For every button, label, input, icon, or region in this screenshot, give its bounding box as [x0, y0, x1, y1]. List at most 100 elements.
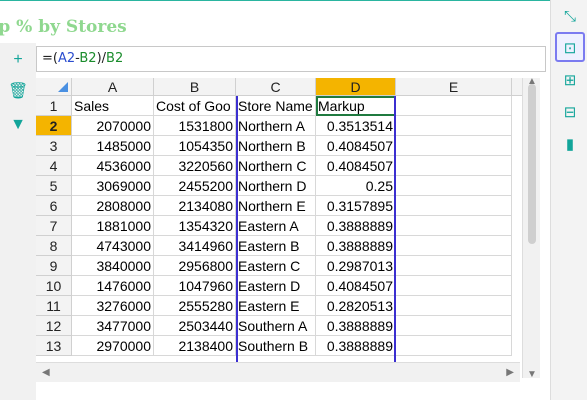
row-header-4[interactable]: 4 [36, 156, 72, 176]
row-header-7[interactable]: 7 [36, 216, 72, 236]
cell-store-name[interactable]: Southern A [236, 316, 316, 336]
cell-empty[interactable] [396, 96, 512, 116]
cell-sales[interactable]: 4743000 [72, 236, 154, 256]
select-all-corner[interactable] [36, 78, 72, 96]
cell-empty[interactable] [396, 176, 512, 196]
cell-sales[interactable]: 2970000 [72, 336, 154, 356]
cell-empty[interactable] [396, 256, 512, 276]
formula-input[interactable]: =(A2-B2)/B2 [36, 46, 546, 72]
horizontal-scrollbar[interactable]: ◀ ▶ [36, 362, 520, 382]
scroll-right-icon[interactable]: ▶ [506, 367, 514, 378]
cell-cost[interactable]: 2138400 [154, 336, 236, 356]
cell-markup[interactable]: 0.3888889 [316, 316, 396, 336]
vertical-scrollbar[interactable]: ▲ ▼ [522, 76, 540, 380]
row-header-8[interactable]: 8 [36, 236, 72, 256]
filter-icon[interactable]: ▼ [8, 115, 28, 135]
cell-markup[interactable]: 0.3157895 [316, 196, 396, 216]
cell-cost[interactable]: 1047960 [154, 276, 236, 296]
column-header-a[interactable]: A [72, 78, 154, 96]
delete-icon[interactable]: 🗑 [8, 82, 28, 102]
cell-store-name[interactable]: Eastern C [236, 256, 316, 276]
cell-markup[interactable]: 0.4084507 [316, 136, 396, 156]
cell-cost[interactable]: 1531800 [154, 116, 236, 136]
cell-empty[interactable] [396, 316, 512, 336]
row-header-9[interactable]: 9 [36, 256, 72, 276]
cell-store-name[interactable]: Eastern E [236, 296, 316, 316]
cell-markup[interactable]: 0.3513514 [316, 116, 396, 136]
cell-markup[interactable]: 0.4084507 [316, 156, 396, 176]
cell-cost[interactable]: 1354320 [154, 216, 236, 236]
column-header-c[interactable]: C [236, 78, 316, 96]
cell-sales[interactable]: 3069000 [72, 176, 154, 196]
cell-sales[interactable]: 3477000 [72, 316, 154, 336]
cell-cost[interactable]: 3220560 [154, 156, 236, 176]
cell-markup[interactable]: 0.4084507 [316, 276, 396, 296]
chart-icon[interactable]: ▮ [559, 134, 581, 156]
cell-empty[interactable] [396, 196, 512, 216]
cell-empty[interactable] [396, 116, 512, 136]
cell-store-name[interactable]: Eastern B [236, 236, 316, 256]
vertical-scroll-thumb[interactable] [528, 84, 536, 244]
cell-store-name[interactable]: Eastern A [236, 216, 316, 236]
row-header-6[interactable]: 6 [36, 196, 72, 216]
cell-empty[interactable] [396, 236, 512, 256]
layout-icon[interactable]: ⊟ [559, 102, 581, 124]
cell-sales[interactable]: 1485000 [72, 136, 154, 156]
scroll-left-icon[interactable]: ◀ [42, 367, 50, 378]
cell-markup[interactable]: 0.2820513 [316, 296, 396, 316]
cell-empty[interactable] [396, 216, 512, 236]
cell-sales[interactable]: 2808000 [72, 196, 154, 216]
row-header-13[interactable]: 13 [36, 336, 72, 356]
cell-store-name[interactable]: Northern E [236, 196, 316, 216]
cell-store-name[interactable]: Northern B [236, 136, 316, 156]
row-header-1[interactable]: 1 [36, 96, 72, 116]
cell-sales[interactable]: 4536000 [72, 156, 154, 176]
cell-markup[interactable]: 0.2987013 [316, 256, 396, 276]
cell-cost[interactable]: 2455200 [154, 176, 236, 196]
cell-cost[interactable]: 1054350 [154, 136, 236, 156]
cell-empty[interactable] [396, 296, 512, 316]
cell-store-name[interactable]: Northern A [236, 116, 316, 136]
cell-store-name[interactable]: Eastern D [236, 276, 316, 296]
row-header-2[interactable]: 2 [36, 116, 72, 136]
row-header-3[interactable]: 3 [36, 136, 72, 156]
spreadsheet-grid[interactable]: ABCDEF1SalesCost of GooStore NameMarkup2… [36, 78, 538, 378]
pivot-icon[interactable]: ⊞ [559, 70, 581, 92]
cell-cost[interactable]: 2956800 [154, 256, 236, 276]
column-header-b[interactable]: B [154, 78, 236, 96]
cell-sales[interactable]: 3840000 [72, 256, 154, 276]
scroll-down-icon[interactable]: ▼ [527, 369, 537, 380]
cell-cost[interactable]: 3414960 [154, 236, 236, 256]
header-cell-markup[interactable]: Markup [316, 96, 396, 116]
cell-cost[interactable]: 2555280 [154, 296, 236, 316]
cell-markup[interactable]: 0.3888889 [316, 216, 396, 236]
row-header-10[interactable]: 10 [36, 276, 72, 296]
column-header-d[interactable]: D [316, 78, 396, 96]
cell-sales[interactable]: 1881000 [72, 216, 154, 236]
cell-store-name[interactable]: Northern C [236, 156, 316, 176]
cell-empty[interactable] [396, 276, 512, 296]
cell-empty[interactable] [396, 136, 512, 156]
cell-markup[interactable]: 0.25 [316, 176, 396, 196]
cell-cost[interactable]: 2503440 [154, 316, 236, 336]
cell-sales[interactable]: 2070000 [72, 116, 154, 136]
cell-empty[interactable] [396, 336, 512, 356]
collapse-icon[interactable]: ⤡ [559, 6, 581, 28]
cell-store-name[interactable]: Southern B [236, 336, 316, 356]
header-cell-store-name[interactable]: Store Name [236, 96, 316, 116]
header-cell-cost[interactable]: Cost of Goo [154, 96, 236, 116]
row-header-12[interactable]: 12 [36, 316, 72, 336]
cell-store-name[interactable]: Northern D [236, 176, 316, 196]
row-header-11[interactable]: 11 [36, 296, 72, 316]
row-header-5[interactable]: 5 [36, 176, 72, 196]
cell-sales[interactable]: 3276000 [72, 296, 154, 316]
cell-markup[interactable]: 0.3888889 [316, 336, 396, 356]
cell-sales[interactable]: 1476000 [72, 276, 154, 296]
header-cell-sales[interactable]: Sales [72, 96, 154, 116]
cell-markup[interactable]: 0.3888889 [316, 236, 396, 256]
column-header-e[interactable]: E [396, 78, 512, 96]
cell-cost[interactable]: 2134080 [154, 196, 236, 216]
add-icon[interactable]: + [8, 50, 28, 70]
insert-sheet-icon[interactable]: ⊡ [555, 32, 585, 62]
cell-empty[interactable] [396, 156, 512, 176]
